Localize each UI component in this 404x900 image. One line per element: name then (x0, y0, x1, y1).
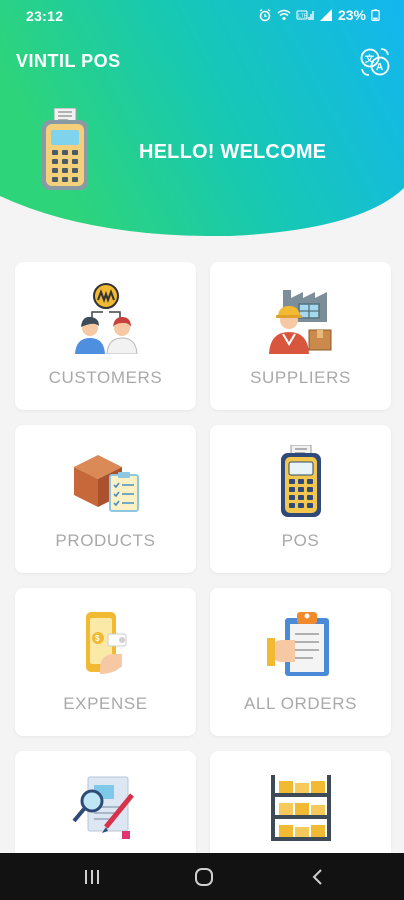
expense-icon: $ (85, 612, 126, 674)
status-time: 23:12 (26, 8, 64, 24)
customers-card[interactable]: CUSTOMERS (15, 262, 196, 410)
pos-card[interactable]: POS (210, 425, 391, 573)
expense-label: EXPENSE (63, 694, 148, 713)
translate-icon[interactable]: 文 A (358, 45, 392, 79)
suppliers-card[interactable]: SUPPLIERS (210, 262, 391, 410)
svg-text:LTE: LTE (298, 14, 307, 20)
signal-icon (319, 9, 332, 21)
pos-terminal-icon (280, 445, 321, 517)
svg-text:$: $ (95, 634, 100, 643)
orders-clipboard-icon (266, 612, 329, 676)
recent-apps-icon[interactable] (80, 865, 104, 889)
svg-text:文: 文 (364, 53, 375, 64)
status-icons: LTE 23% (258, 7, 380, 23)
app-screen: 23:12 LTE 23% VINTIL POS 文 A HELLO! WELC… (0, 0, 404, 900)
welcome-text: HELLO! WELCOME (139, 141, 327, 163)
all-orders-card[interactable]: ALL ORDERS (210, 588, 391, 736)
wifi-icon (277, 9, 291, 21)
expense-card[interactable]: $ EXPENSE (15, 588, 196, 736)
volte-icon: LTE (296, 10, 314, 20)
suppliers-label: SUPPLIERS (250, 368, 351, 387)
battery-icon (371, 9, 380, 21)
alarm-icon (259, 8, 271, 22)
all-orders-label: ALL ORDERS (243, 694, 358, 713)
header-banner: 23:12 LTE 23% VINTIL POS 文 A HELLO! WELC… (0, 0, 404, 236)
products-card[interactable]: PRODUCTS (15, 425, 196, 573)
products-label: PRODUCTS (55, 531, 156, 550)
home-icon[interactable] (192, 865, 216, 889)
pos-label: POS (281, 531, 320, 550)
pos-terminal-hero-icon (42, 108, 88, 190)
svg-text:A: A (376, 62, 383, 73)
system-nav-bar (0, 853, 404, 900)
back-icon[interactable] (306, 865, 330, 889)
customers-label: CUSTOMERS (48, 368, 163, 387)
app-title: VINTIL POS (16, 51, 121, 71)
suppliers-icon (268, 290, 331, 354)
products-icon (73, 455, 139, 512)
battery-percent: 23% (337, 7, 366, 23)
status-bar: 23:12 LTE 23% (0, 0, 404, 34)
report-icon (71, 776, 134, 839)
warehouse-shelf-icon (270, 775, 331, 841)
customers-icon (74, 283, 138, 354)
